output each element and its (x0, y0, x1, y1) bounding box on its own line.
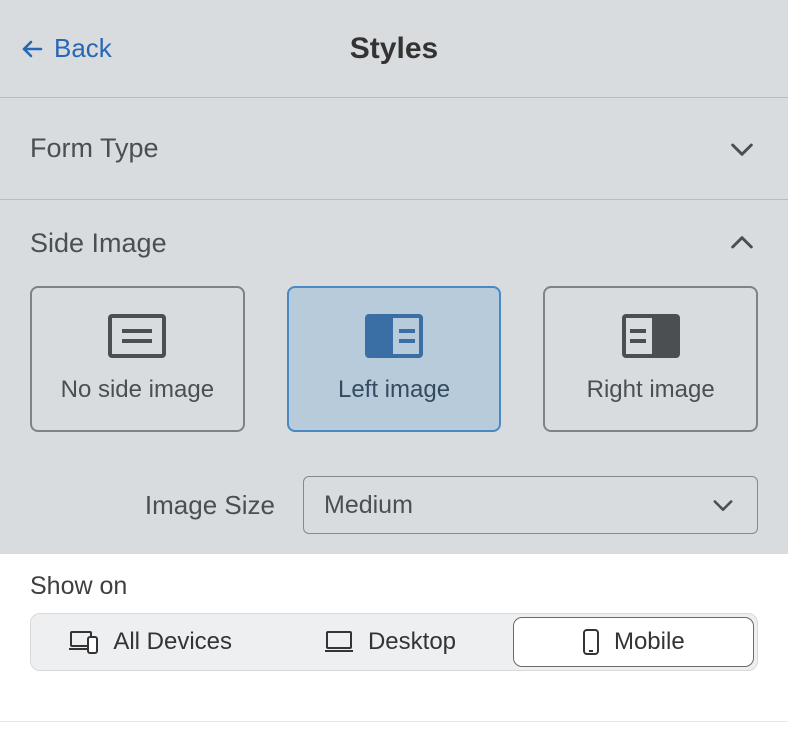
image-size-select[interactable]: Medium (303, 476, 758, 534)
chevron-down-icon (709, 491, 737, 519)
page-title: Styles (0, 32, 788, 66)
section-label: Form Type (30, 133, 159, 164)
chevron-down-icon (726, 133, 758, 165)
option-label: Left image (338, 376, 450, 404)
segment-desktop[interactable]: Desktop (270, 614, 509, 670)
option-label: No side image (61, 376, 214, 404)
option-no-side-image[interactable]: No side image (30, 286, 245, 432)
styles-panel: Form Type Side Image No side image Left … (0, 98, 788, 554)
section-label: Side Image (30, 228, 167, 259)
segment-all-devices[interactable]: All Devices (31, 614, 270, 670)
section-side-image[interactable]: Side Image (0, 200, 788, 286)
show-on-segmented: All Devices Desktop Mobile (30, 613, 758, 671)
header-bar: Back Styles (0, 0, 788, 98)
segment-label: Mobile (614, 628, 685, 656)
segment-mobile[interactable]: Mobile (513, 617, 754, 667)
segment-label: All Devices (113, 628, 232, 656)
show-on-panel: Show on All Devices Desktop Mobile (0, 554, 788, 722)
desktop-icon (324, 629, 354, 655)
arrow-left-icon (20, 37, 44, 61)
image-size-value: Medium (324, 491, 413, 520)
back-label: Back (54, 33, 112, 64)
chevron-up-icon (726, 227, 758, 259)
image-size-label: Image Size (30, 490, 275, 521)
show-on-label: Show on (30, 572, 758, 601)
side-image-options: No side image Left image Right image (0, 286, 788, 462)
mobile-icon (582, 628, 600, 656)
option-right-image[interactable]: Right image (543, 286, 758, 432)
devices-icon (69, 629, 99, 655)
option-label: Right image (587, 376, 715, 404)
left-image-icon (365, 314, 423, 358)
option-left-image[interactable]: Left image (287, 286, 502, 432)
image-size-row: Image Size Medium (0, 462, 788, 554)
right-image-icon (622, 314, 680, 358)
section-form-type[interactable]: Form Type (0, 98, 788, 200)
segment-label: Desktop (368, 628, 456, 656)
back-button[interactable]: Back (20, 33, 112, 64)
no-side-image-icon (108, 314, 166, 358)
